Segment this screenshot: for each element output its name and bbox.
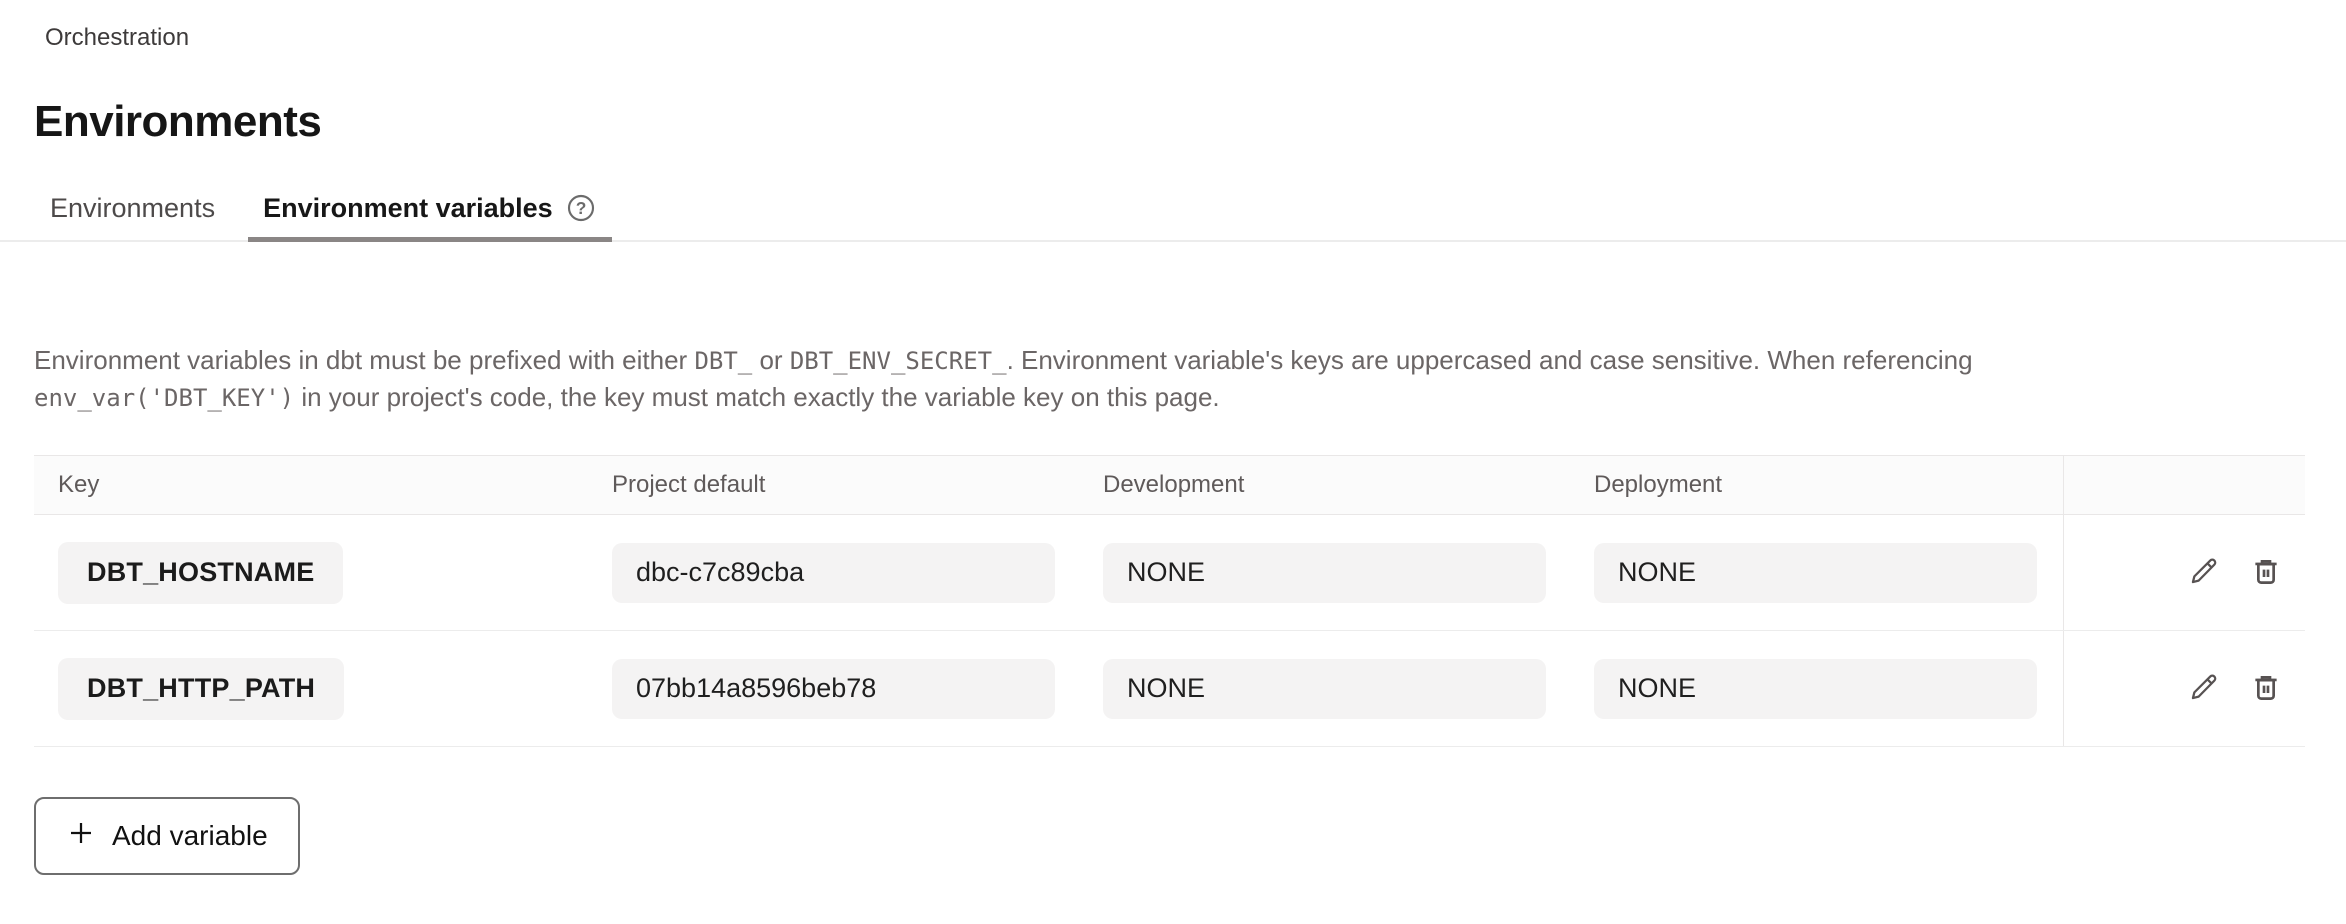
row-actions xyxy=(2063,515,2305,630)
page-description: Environment variables in dbt must be pre… xyxy=(34,342,2124,416)
tab-environment-variables-label: Environment variables xyxy=(263,193,553,224)
env-var-key-pill: DBT_HOSTNAME xyxy=(58,542,343,604)
tab-environments-label: Environments xyxy=(50,193,215,224)
col-header-development: Development xyxy=(1081,471,1572,499)
col-header-key: Key xyxy=(34,471,590,499)
trash-icon xyxy=(2249,670,2283,707)
page-title: Environments xyxy=(34,98,2346,146)
col-header-deployment: Deployment xyxy=(1572,471,2063,499)
pencil-icon xyxy=(2187,670,2221,707)
description-code-segment: env_var('DBT_KEY') xyxy=(34,384,294,412)
svg-text:?: ? xyxy=(575,198,586,218)
trash-icon xyxy=(2249,554,2283,591)
delete-button[interactable] xyxy=(2249,670,2283,707)
tab-environments[interactable]: Environments xyxy=(35,187,230,242)
tab-environment-variables[interactable]: Environment variables ? xyxy=(248,186,612,242)
value-development: NONE xyxy=(1103,543,1546,603)
value-deployment: NONE xyxy=(1594,543,2037,603)
value-project-default: dbc-c7c89cba xyxy=(612,543,1055,603)
description-segment: Environment variables in dbt must be pre… xyxy=(34,345,694,375)
help-icon[interactable]: ? xyxy=(565,192,597,224)
pencil-icon xyxy=(2187,554,2221,591)
table-header-row: Key Project default Development Deployme… xyxy=(34,455,2305,515)
value-development: NONE xyxy=(1103,659,1546,719)
tab-bar: Environments Environment variables ? xyxy=(0,186,2346,242)
value-project-default: 07bb14a8596beb78 xyxy=(612,659,1055,719)
table-row: DBT_HOSTNAME dbc-c7c89cba NONE NONE xyxy=(34,515,2305,631)
env-vars-table: Key Project default Development Deployme… xyxy=(34,455,2305,747)
description-segment: in your project's code, the key must mat… xyxy=(294,382,1220,412)
row-actions xyxy=(2063,631,2305,746)
description-code-segment: DBT_ xyxy=(694,347,752,375)
description-segment: . Environment variable's keys are upperc… xyxy=(1007,345,1973,375)
edit-button[interactable] xyxy=(2187,670,2221,707)
description-code-segment: DBT_ENV_SECRET_ xyxy=(790,347,1007,375)
add-variable-button[interactable]: Add variable xyxy=(34,797,300,875)
delete-button[interactable] xyxy=(2249,554,2283,591)
col-header-actions xyxy=(2063,456,2305,514)
add-variable-label: Add variable xyxy=(112,820,268,852)
plus-icon xyxy=(66,818,96,855)
col-header-project-default: Project default xyxy=(590,471,1081,499)
edit-button[interactable] xyxy=(2187,554,2221,591)
table-row: DBT_HTTP_PATH 07bb14a8596beb78 NONE NONE xyxy=(34,631,2305,747)
value-deployment: NONE xyxy=(1594,659,2037,719)
env-var-key-pill: DBT_HTTP_PATH xyxy=(58,658,344,720)
breadcrumb: Orchestration xyxy=(45,0,2346,52)
environments-page: Orchestration Environments Environments … xyxy=(0,0,2346,924)
description-segment: or xyxy=(752,345,790,375)
